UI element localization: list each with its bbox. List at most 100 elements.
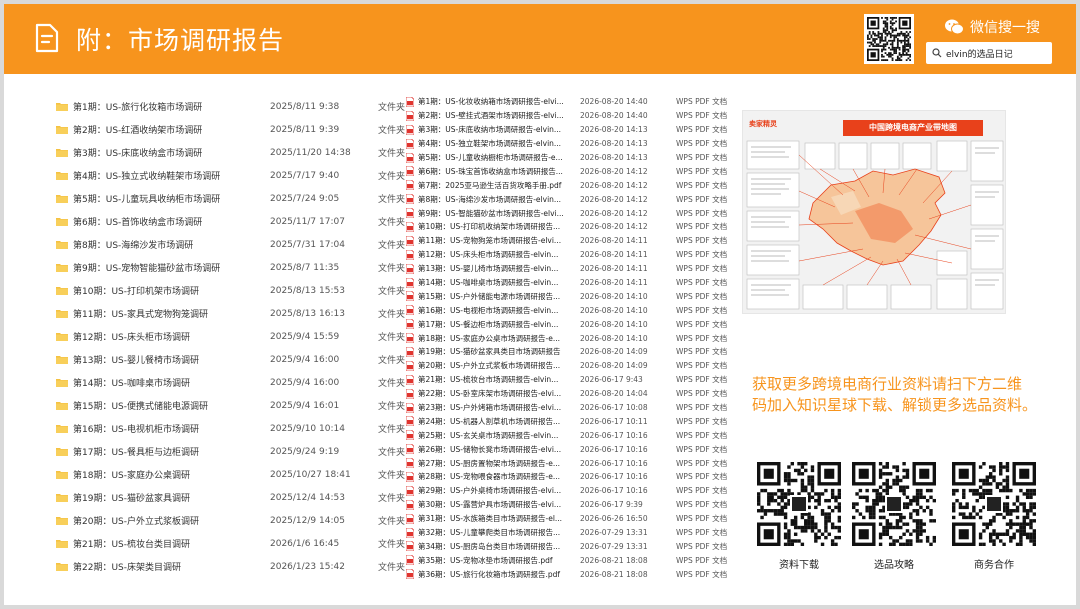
pdf-file-icon xyxy=(406,346,414,357)
search-box[interactable]: elvin的选品日记 xyxy=(926,42,1052,64)
qr-download[interactable]: 资料下载 xyxy=(754,462,844,571)
qr-label: 商务合作 xyxy=(974,560,1014,571)
pdf-row[interactable]: 第1期：US-化妆收纳箱市场调研报告-elvi... 2026-08-20 14… xyxy=(406,95,736,109)
folder-date: 2025/9/4 16:00 xyxy=(270,377,340,388)
folder-row[interactable]: 第6期：US-首饰收纳盒市场调研 2025/11/7 17:07 文件夹 xyxy=(56,210,406,233)
pdf-row[interactable]: 第28期：US-宠物喂食器市场调研报告-e... 2026-06-17 10:1… xyxy=(406,470,736,484)
pdf-row[interactable]: 第6期：US-珠宝首饰收纳盒市场调研报告... 2026-08-20 14:12… xyxy=(406,164,736,178)
pdf-row[interactable]: 第20期：US-户外立式浆板市场调研报告... 2026-08-20 14:09… xyxy=(406,359,736,373)
folder-row[interactable]: 第10期：US-打印机架市场调研 2025/8/13 15:53 文件夹 xyxy=(56,279,406,302)
pdf-row[interactable]: 第2期：US-壁挂式酒架市场调研报告-elvi... 2026-08-20 14… xyxy=(406,109,736,123)
qr-business[interactable]: 商务合作 xyxy=(949,462,1039,571)
folder-row[interactable]: 第1期：US-旅行化妆箱市场调研 2025/8/11 9:38 文件夹 xyxy=(56,95,406,118)
folder-row[interactable]: 第12期：US-床头柜市场调研 2025/9/4 15:59 文件夹 xyxy=(56,325,406,348)
pdf-type: WPS PDF 文档 xyxy=(676,153,728,162)
pdf-type: WPS PDF 文档 xyxy=(676,430,728,440)
pdf-file-icon xyxy=(406,388,414,399)
pdf-name: 第24期：US-机器人割草机市场调研报告... xyxy=(418,416,561,426)
pdf-row[interactable]: 第7期：2025亚马逊生活百货攻略手册.pdf 2026-08-20 14:12… xyxy=(406,178,736,192)
folder-icon xyxy=(56,471,68,479)
folder-list: 第1期：US-旅行化妆箱市场调研 2025/8/11 9:38 文件夹 第2期：… xyxy=(56,95,406,578)
header-bar: 附：市场调研报告 微信搜一搜 elvin的选品日记 xyxy=(4,4,1076,74)
folder-row[interactable]: 第5期：US-儿童玩具收纳柜市场调研 2025/7/24 9:05 文件夹 xyxy=(56,187,406,210)
pdf-name: 第28期：US-宠物喂食器市场调研报告-e... xyxy=(418,472,560,482)
folder-row[interactable]: 第15期：US-便携式储能电源调研 2025/9/4 16:01 文件夹 xyxy=(56,394,406,417)
pdf-row[interactable]: 第5期：US-儿童收纳橱柜市场调研报告-e... 2026-08-20 14:1… xyxy=(406,151,736,165)
pdf-row[interactable]: 第13期：US-婴儿椅市场调研报告-elvin... 2026-08-20 14… xyxy=(406,262,736,276)
pdf-file-icon xyxy=(406,360,414,371)
folder-row[interactable]: 第22期：US-床架类目调研 2026/1/23 15:42 文件夹 xyxy=(56,555,406,578)
pdf-row[interactable]: 第12期：US-床头柜市场调研报告-elvin... 2026-08-20 14… xyxy=(406,248,736,262)
folder-icon xyxy=(56,103,68,111)
document-icon xyxy=(35,23,59,53)
pdf-row[interactable]: 第35期：US-宠物冰垫市场调研报告.pdf 2026-08-21 18:08 … xyxy=(406,553,736,567)
pdf-row[interactable]: 第34期：US-厨房岛台类目市场调研报告... 2026-07-29 13:31… xyxy=(406,540,736,554)
pdf-row[interactable]: 第29期：US-户外桌椅市场调研报告-elvi... 2026-06-17 10… xyxy=(406,484,736,498)
pdf-type: WPS PDF 文档 xyxy=(676,403,728,413)
pdf-name: 第14期：US-咖啡桌市场调研报告-elvin... xyxy=(418,278,559,288)
pdf-row[interactable]: 第14期：US-咖啡桌市场调研报告-elvin... 2026-08-20 14… xyxy=(406,276,736,290)
header-qr-code[interactable] xyxy=(864,14,914,64)
folder-row[interactable]: 第2期：US-红酒收纳架市场调研 2025/8/11 9:39 文件夹 xyxy=(56,118,406,141)
pdf-type: WPS PDF 文档 xyxy=(676,278,728,288)
pdf-row[interactable]: 第26期：US-储物长凳市场调研报告-elvi... 2026-06-17 10… xyxy=(406,442,736,456)
folder-row[interactable]: 第19期：US-猫砂盆家具调研 2025/12/4 14:53 文件夹 xyxy=(56,486,406,509)
folder-date: 2026/1/6 16:45 xyxy=(270,538,340,549)
pdf-date: 2026-08-20 14:40 xyxy=(580,97,648,107)
pdf-name: 第22期：US-卧室床架市场调研报告-elvi... xyxy=(418,389,562,399)
folder-row[interactable]: 第21期：US-梳妆台类目调研 2026/1/6 16:45 文件夹 xyxy=(56,532,406,555)
pdf-row[interactable]: 第9期：US-智能猫砂盆市场调研报告-elvi... 2026-08-20 14… xyxy=(406,206,736,220)
folder-row[interactable]: 第3期：US-床底收纳盒市场调研 2025/11/20 14:38 文件夹 xyxy=(56,141,406,164)
pdf-date: 2026-08-20 14:11 xyxy=(580,250,648,260)
pdf-name: 第2期：US-壁挂式酒架市场调研报告-elvi... xyxy=(418,111,564,121)
pdf-row[interactable]: 第4期：US-独立鞋架市场调研报告-elvin... 2026-08-20 14… xyxy=(406,137,736,151)
folder-row[interactable]: 第14期：US-咖啡桌市场调研 2025/9/4 16:00 文件夹 xyxy=(56,371,406,394)
pdf-type: WPS PDF 文档 xyxy=(676,264,728,274)
pdf-row[interactable]: 第21期：US-梳妆台市场调研报告-elvin... 2026-06-17 9:… xyxy=(406,373,736,387)
folder-type: 文件夹 xyxy=(378,172,406,182)
pdf-row[interactable]: 第15期：US-户外储能电源市场调研报告... 2026-08-20 14:10… xyxy=(406,289,736,303)
pdf-row[interactable]: 第19期：US-猫砂盆家具类目市场调研报告 2026-08-20 14:09 W… xyxy=(406,345,736,359)
pdf-row[interactable]: 第10期：US-打印机收纳架市场调研报告... 2026-08-20 14:12… xyxy=(406,220,736,234)
pdf-date: 2026-08-20 14:12 xyxy=(580,166,648,176)
folder-row[interactable]: 第4期：US-独立式收纳鞋架市场调研 2025/7/17 9:40 文件夹 xyxy=(56,164,406,187)
folder-row[interactable]: 第9期：US-宠物智能猫砂盆市场调研 2025/8/7 11:35 文件夹 xyxy=(56,256,406,279)
pdf-row[interactable]: 第36期：US-旅行化妆箱市场调研报告.pdf 2026-08-21 18:08… xyxy=(406,567,736,581)
pdf-row[interactable]: 第22期：US-卧室床架市场调研报告-elvi... 2026-08-20 14… xyxy=(406,387,736,401)
pdf-row[interactable]: 第24期：US-机器人割草机市场调研报告... 2026-06-17 10:11… xyxy=(406,414,736,428)
qr-guide[interactable]: 选品攻略 xyxy=(849,462,939,571)
pdf-type: WPS PDF 文档 xyxy=(676,486,728,496)
folder-row[interactable]: 第11期：US-家具式宠物狗笼调研 2025/8/13 16:13 文件夹 xyxy=(56,302,406,325)
pdf-row[interactable]: 第18期：US-家庭办公桌市场调研报告-e... 2026-08-20 14:1… xyxy=(406,331,736,345)
pdf-date: 2026-08-20 14:11 xyxy=(580,278,648,288)
folder-row[interactable]: 第20期：US-户外立式浆板调研 2025/12/9 14:05 文件夹 xyxy=(56,509,406,532)
folder-row[interactable]: 第17期：US-餐具柜与边柜调研 2025/9/24 9:19 文件夹 xyxy=(56,440,406,463)
pdf-name: 第13期：US-婴儿椅市场调研报告-elvin... xyxy=(418,264,559,274)
folder-type: 文件夹 xyxy=(378,287,406,297)
folder-row[interactable]: 第16期：US-电视机柜市场调研 2025/9/10 10:14 文件夹 xyxy=(56,417,406,440)
pdf-name: 第12期：US-床头柜市场调研报告-elvin... xyxy=(418,250,559,260)
pdf-row[interactable]: 第30期：US-露营炉具市场调研报告-elvi... 2026-06-17 9:… xyxy=(406,498,736,512)
folder-row[interactable]: 第8期：US-海绵沙发市场调研 2025/7/31 17:04 文件夹 xyxy=(56,233,406,256)
pdf-type: WPS PDF 文档 xyxy=(676,569,728,579)
folder-row[interactable]: 第13期：US-婴儿餐椅市场调研 2025/9/4 16:00 文件夹 xyxy=(56,348,406,371)
pdf-row[interactable]: 第8期：US-海绵沙发市场调研报告-elvin... 2026-08-20 14… xyxy=(406,192,736,206)
pdf-row[interactable]: 第16期：US-电视柜市场调研报告-elvin... 2026-08-20 14… xyxy=(406,303,736,317)
pdf-row[interactable]: 第31期：US-水族箱类目市场调研报告-el... 2026-06-26 16:… xyxy=(406,512,736,526)
pdf-row[interactable]: 第11期：US-宠物狗笼市场调研报告-elvi... 2026-08-20 14… xyxy=(406,234,736,248)
folder-name: 第22期：US-床架类目调研 xyxy=(73,563,182,573)
folder-date: 2025/8/7 11:35 xyxy=(270,262,340,273)
pdf-row[interactable]: 第27期：US-厨房置物架市场调研报告-e... 2026-06-17 10:1… xyxy=(406,456,736,470)
pdf-row[interactable]: 第17期：US-餐边柜市场调研报告-elvin... 2026-08-20 14… xyxy=(406,317,736,331)
pdf-row[interactable]: 第23期：US-户外烤箱市场调研报告-elvi... 2026-06-17 10… xyxy=(406,401,736,415)
folder-name: 第20期：US-户外立式浆板调研 xyxy=(73,517,200,527)
pdf-file-icon xyxy=(406,541,414,552)
folder-date: 2025/8/11 9:38 xyxy=(270,101,340,112)
pdf-type: WPS PDF 文档 xyxy=(676,361,728,371)
pdf-row[interactable]: 第32期：US-儿童攀爬类目市场调研报告... 2026-07-29 13:31… xyxy=(406,526,736,540)
folder-date: 2025/12/9 14:05 xyxy=(270,515,345,526)
folder-row[interactable]: 第18期：US-家庭办公桌调研 2025/10/27 18:41 文件夹 xyxy=(56,463,406,486)
pdf-row[interactable]: 第25期：US-玄关桌市场调研报告-elvin... 2026-06-17 10… xyxy=(406,428,736,442)
pdf-row[interactable]: 第3期：US-床底收纳市场调研报告-elvin... 2026-08-20 14… xyxy=(406,123,736,137)
folder-type: 文件夹 xyxy=(378,126,406,136)
